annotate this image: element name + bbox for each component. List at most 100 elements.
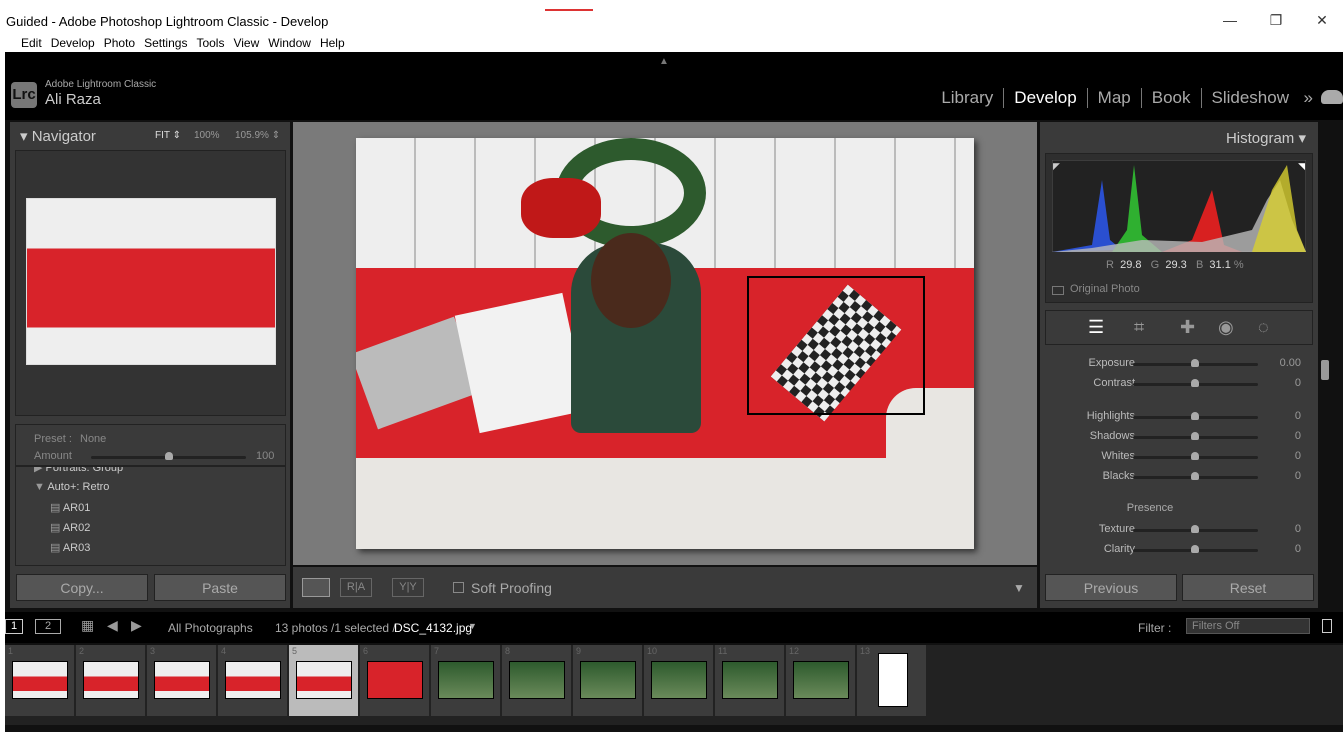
- menu-window[interactable]: Window: [268, 32, 311, 50]
- preset-item[interactable]: ▤ AR02: [50, 521, 90, 534]
- slider-knob[interactable]: [1191, 452, 1199, 460]
- histogram-header[interactable]: Histogram ▾: [1226, 129, 1306, 147]
- contrast-slider[interactable]: [1133, 379, 1258, 387]
- module-develop[interactable]: Develop: [1004, 88, 1088, 108]
- filmstrip-thumbnail[interactable]: 11: [715, 645, 785, 716]
- filter-dropdown[interactable]: Filters Off: [1186, 618, 1310, 634]
- filmstrip-thumbnail[interactable]: 8: [502, 645, 572, 716]
- reset-button[interactable]: Reset: [1182, 574, 1314, 601]
- more-modules-button[interactable]: »: [1304, 88, 1313, 108]
- preset-item[interactable]: ▤ AR03: [50, 541, 90, 554]
- clarity-slider[interactable]: [1133, 545, 1258, 553]
- module-slideshow[interactable]: Slideshow: [1202, 88, 1300, 108]
- original-photo-checkbox[interactable]: [1052, 286, 1064, 295]
- amount-slider[interactable]: [91, 452, 246, 460]
- slider-knob[interactable]: [1191, 412, 1199, 420]
- menu-tools[interactable]: Tools: [196, 32, 224, 50]
- preset-item[interactable]: ▤ AR01: [50, 501, 90, 514]
- selected-filename[interactable]: DSC_4132.jpg: [394, 621, 472, 635]
- slider-blacks[interactable]: Blacks 0: [1045, 467, 1313, 487]
- filmstrip-thumbnail[interactable]: 10: [644, 645, 714, 716]
- minimize-button[interactable]: —: [1220, 12, 1240, 28]
- menu-develop[interactable]: Develop: [51, 32, 95, 50]
- slider-whites[interactable]: Whites 0: [1045, 447, 1313, 467]
- texture-slider[interactable]: [1133, 525, 1258, 533]
- loupe-view-button[interactable]: [302, 578, 330, 597]
- before-after-yy-button[interactable]: Y|Y: [392, 578, 424, 597]
- slider-texture[interactable]: Texture 0: [1045, 520, 1313, 540]
- module-library[interactable]: Library: [931, 88, 1005, 108]
- filmstrip-thumbnail[interactable]: 3: [147, 645, 217, 716]
- slider-highlights[interactable]: Highlights 0: [1045, 407, 1313, 427]
- filmstrip-thumbnail[interactable]: 2: [76, 645, 146, 716]
- grid-icon[interactable]: ▦: [81, 617, 94, 634]
- main-window-button[interactable]: 1: [5, 619, 23, 634]
- filmstrip-thumbnail[interactable]: 9: [573, 645, 643, 716]
- filmstrip-thumbnail[interactable]: 12: [786, 645, 856, 716]
- filmstrip-thumbnail[interactable]: 1: [5, 645, 75, 716]
- toolbar-menu-icon[interactable]: ▼: [1013, 581, 1025, 595]
- filter-lock-icon[interactable]: [1322, 619, 1332, 633]
- filmstrip-thumbnail[interactable]: 13: [857, 645, 927, 716]
- paste-button[interactable]: Paste: [154, 574, 286, 601]
- redeye-icon[interactable]: ◉: [1218, 317, 1234, 338]
- navigator-preview[interactable]: [15, 150, 286, 416]
- menu-photo[interactable]: Photo: [104, 32, 135, 50]
- highlights-slider[interactable]: [1133, 412, 1258, 420]
- slider-exposure[interactable]: Exposure 0.00: [1045, 354, 1313, 374]
- healing-icon[interactable]: ✚: [1180, 317, 1195, 338]
- menu-help[interactable]: Help: [320, 32, 345, 50]
- maximize-button[interactable]: ❐: [1266, 12, 1286, 29]
- image-canvas[interactable]: [293, 122, 1037, 565]
- module-map[interactable]: Map: [1088, 88, 1142, 108]
- navigator-thumbnail[interactable]: [26, 198, 276, 365]
- filmstrip-thumbnail[interactable]: 6: [360, 645, 430, 716]
- slider-knob[interactable]: [1191, 359, 1199, 367]
- amount-slider-knob[interactable]: [164, 452, 173, 460]
- right-panel-scrollbar[interactable]: [1321, 360, 1329, 380]
- preset-item[interactable]: ▼ Auto+: Retro: [34, 481, 109, 493]
- slider-knob[interactable]: [1191, 525, 1199, 533]
- zoom-custom[interactable]: 105.9% ⇕: [235, 130, 280, 141]
- blacks-slider[interactable]: [1133, 472, 1258, 480]
- copy-button[interactable]: Copy...: [16, 574, 148, 601]
- menu-edit[interactable]: Edit: [21, 32, 42, 50]
- collapse-top-icon[interactable]: ▲: [659, 56, 669, 67]
- cloud-sync-icon[interactable]: [1321, 90, 1343, 104]
- zoom-100[interactable]: 100%: [194, 130, 220, 141]
- menu-settings[interactable]: Settings: [144, 32, 187, 50]
- previous-button[interactable]: Previous: [1045, 574, 1177, 601]
- back-arrow-icon[interactable]: ◀: [107, 617, 118, 634]
- shadow-clipping-icon[interactable]: ◤: [1053, 161, 1060, 172]
- source-label[interactable]: All Photographs: [168, 621, 253, 635]
- module-book[interactable]: Book: [1142, 88, 1202, 108]
- filmstrip-thumbnail[interactable]: 7: [431, 645, 501, 716]
- slider-knob[interactable]: [1191, 545, 1199, 553]
- forward-arrow-icon[interactable]: ▶: [131, 617, 142, 634]
- filmstrip-thumbnail[interactable]: 4: [218, 645, 288, 716]
- sliders-icon[interactable]: ☰: [1088, 317, 1104, 338]
- filename-menu-icon[interactable]: ▼: [468, 621, 477, 631]
- slider-knob[interactable]: [1191, 432, 1199, 440]
- filmstrip-thumbnail[interactable]: 5: [289, 645, 359, 716]
- histogram-chart[interactable]: [1052, 160, 1306, 252]
- navigator-header[interactable]: ▾ Navigator: [20, 127, 96, 145]
- shadows-slider[interactable]: [1133, 432, 1258, 440]
- slider-knob[interactable]: [1191, 472, 1199, 480]
- close-button[interactable]: ✕: [1312, 12, 1332, 29]
- highlight-clipping-icon[interactable]: ◥: [1298, 161, 1305, 172]
- exposure-slider[interactable]: [1133, 359, 1258, 367]
- slider-clarity[interactable]: Clarity 0: [1045, 540, 1313, 560]
- selection-box[interactable]: [747, 276, 925, 415]
- slider-contrast[interactable]: Contrast 0: [1045, 374, 1313, 394]
- zoom-fit[interactable]: FIT ⇕: [155, 130, 181, 141]
- before-after-ra-button[interactable]: R|A: [340, 578, 372, 597]
- slider-knob[interactable]: [1191, 379, 1199, 387]
- mask-icon[interactable]: ◌: [1258, 317, 1269, 338]
- crop-icon[interactable]: ⌗: [1134, 317, 1144, 338]
- whites-slider[interactable]: [1133, 452, 1258, 460]
- slider-shadows[interactable]: Shadows 0: [1045, 427, 1313, 447]
- main-photo[interactable]: [356, 138, 974, 549]
- menu-view[interactable]: View: [233, 32, 259, 50]
- second-window-button[interactable]: 2: [35, 619, 61, 634]
